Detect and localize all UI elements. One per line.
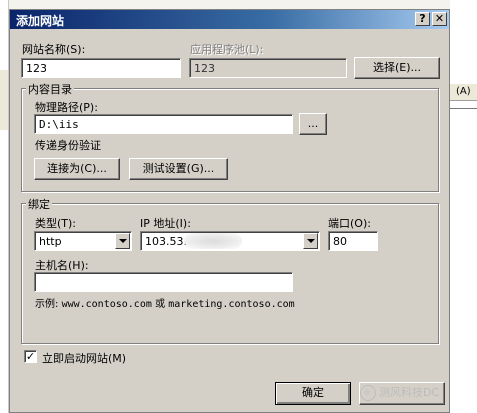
screen: (A) 添加网站 ? ✕ 网站名称(S): 123 应用程序池(L): 123 … [0, 0, 477, 413]
pass-through-auth-label: 传递身份验证 [35, 139, 101, 152]
select-app-pool-button[interactable]: 选择(E)... [354, 57, 440, 79]
start-website-checkbox[interactable]: ✓ [24, 350, 37, 363]
watermark-text: 测风科技DC [379, 386, 440, 399]
app-pool-value: 123 [194, 62, 215, 75]
site-name-value: 123 [26, 62, 47, 75]
app-pool-field: 123 [189, 58, 347, 78]
host-name-input[interactable] [34, 272, 293, 292]
host-name-example: 示例: www.contoso.com 或 marketing.contoso.… [35, 295, 295, 310]
app-pool-label: 应用程序池(L): [190, 43, 264, 56]
ip-address-value: 103.53. [145, 235, 187, 248]
browse-button[interactable]: ... [299, 113, 327, 135]
port-value: 80 [333, 235, 347, 248]
watermark-logo-icon [360, 385, 376, 401]
background-column-label: (A) [456, 86, 471, 97]
ok-button[interactable]: 确定 [275, 382, 351, 405]
chevron-down-icon[interactable] [115, 233, 130, 249]
background-window-left [0, 0, 9, 413]
add-website-dialog: 添加网站 ? ✕ 网站名称(S): 123 应用程序池(L): 123 选择(E… [9, 9, 450, 413]
binding-type-select[interactable]: http [34, 231, 132, 251]
binding-type-label: 类型(T): [35, 217, 77, 230]
close-icon: ✕ [434, 12, 445, 25]
site-name-input[interactable]: 123 [21, 58, 181, 78]
example-prefix: 示例: [35, 299, 59, 310]
redaction-blur [184, 233, 242, 249]
background-window-right [450, 0, 477, 413]
physical-path-label: 物理路径(P): [35, 101, 98, 114]
watermark: 测风科技DC [360, 384, 439, 401]
binding-group-label: 绑定 [26, 196, 52, 212]
dialog-title: 添加网站 [16, 14, 65, 28]
port-input[interactable]: 80 [328, 231, 378, 251]
physical-path-value: D:\iis [39, 118, 79, 131]
site-name-label: 网站名称(S): [22, 43, 86, 56]
connect-as-button[interactable]: 连接为(C)... [34, 158, 120, 180]
binding-type-value: http [39, 235, 62, 248]
background-divider [450, 108, 477, 109]
close-button[interactable]: ✕ [432, 12, 447, 26]
example-or: 或 [155, 299, 166, 310]
test-settings-button[interactable]: 测试设置(G)... [129, 158, 228, 180]
physical-path-input[interactable]: D:\iis [34, 114, 293, 134]
host-name-label: 主机名(H): [35, 259, 89, 272]
example-domain-1: www.contoso.com [61, 299, 152, 310]
ip-address-label: IP 地址(I): [140, 217, 191, 230]
dialog-titlebar[interactable]: 添加网站 ? ✕ [10, 10, 449, 29]
help-button[interactable]: ? [415, 12, 430, 26]
background-panel-strip [0, 70, 8, 130]
chevron-down-icon[interactable] [303, 233, 318, 249]
example-domain-2: marketing.contoso.com [168, 299, 295, 310]
start-website-label[interactable]: 立即启动网站(M) [42, 350, 126, 366]
content-directory-group-label: 内容目录 [26, 81, 74, 97]
port-label: 端口(O): [328, 217, 371, 230]
